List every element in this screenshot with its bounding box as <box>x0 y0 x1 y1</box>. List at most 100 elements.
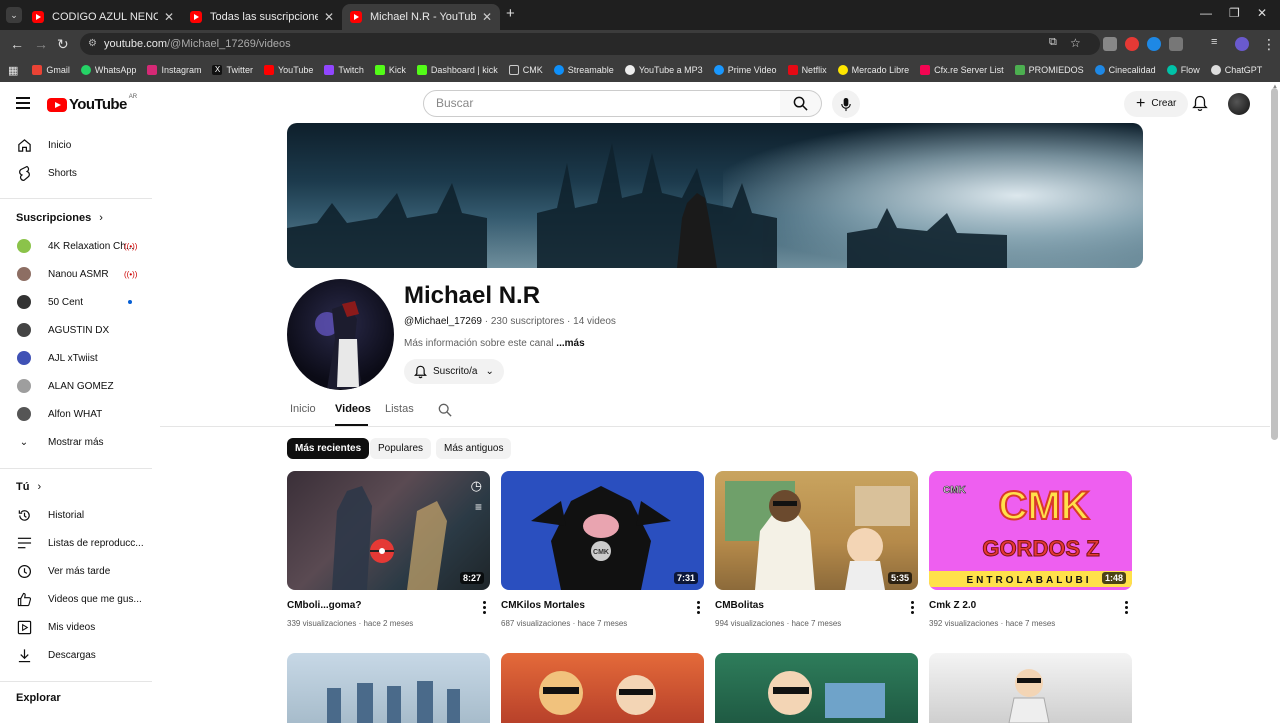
sidebar-subscription[interactable]: 4K Relaxation Ch... ((•)) <box>0 232 150 260</box>
video-thumbnail[interactable]: CMK GORDOS Z ENTROLABALUBI CMK 1:48 <box>929 471 1132 590</box>
video-title[interactable]: CMKilos Mortales <box>501 600 585 611</box>
you-heading[interactable]: Tú › <box>16 481 41 493</box>
more-options-icon[interactable] <box>1125 601 1128 616</box>
bookmark[interactable]: PROMIEDOS <box>1014 65 1084 75</box>
page-scrollbar[interactable] <box>1271 88 1278 440</box>
bookmark[interactable]: ChatGPT <box>1210 65 1262 75</box>
account-avatar[interactable] <box>1228 93 1250 115</box>
browser-tab[interactable]: Todas las suscripciones - YouTube ✕ <box>182 4 342 30</box>
bookmark[interactable]: Twitch <box>324 65 364 75</box>
sidebar-subscription[interactable]: Nanou ASMR ((•)) <box>0 260 150 288</box>
video-card[interactable]: CMK 7:31 CMKilos Mortales 687 visualizac… <box>501 471 704 628</box>
bookmark[interactable]: Flow <box>1166 65 1200 75</box>
bookmark[interactable]: Prime Video <box>713 65 777 75</box>
video-title[interactable]: CMboli...goma? <box>287 600 361 611</box>
channel-avatar-large[interactable] <box>287 279 394 390</box>
reading-list-icon[interactable]: ≡ <box>1211 36 1217 48</box>
bookmark[interactable]: Cfx.re Server List <box>920 65 1004 75</box>
extension-icon[interactable] <box>1147 37 1161 51</box>
puzzle-extensions-icon[interactable] <box>1169 37 1183 51</box>
video-title[interactable]: CMBolitas <box>715 600 764 611</box>
chip-mas-recientes[interactable]: Más recientes <box>287 438 370 459</box>
youtube-logo[interactable]: YouTube AR <box>47 94 137 113</box>
bookmark[interactable]: Cinecalidad <box>1094 65 1156 75</box>
sidebar-item-watch-later[interactable]: Ver más tarde <box>0 557 150 585</box>
sidebar-item-shorts[interactable]: Shorts <box>0 159 150 187</box>
reload-icon[interactable]: ↻ <box>57 36 69 53</box>
close-window-icon[interactable]: ✕ <box>1257 6 1267 20</box>
bookmark[interactable]: WhatsApp <box>80 65 136 75</box>
bookmark[interactable]: Kick <box>374 65 406 75</box>
close-tab-icon[interactable]: ✕ <box>482 10 492 24</box>
video-thumbnail[interactable] <box>715 653 918 723</box>
voice-search-button[interactable] <box>832 90 860 118</box>
bookmark[interactable]: Dashboard | kick <box>416 65 498 75</box>
video-title[interactable]: Cmk Z 2.0 <box>929 600 976 611</box>
tab-inicio[interactable]: Inicio <box>290 403 316 415</box>
install-app-icon[interactable]: ⧉ <box>1049 36 1057 49</box>
sidebar-subscription[interactable]: 50 Cent <box>0 288 150 316</box>
close-tab-icon[interactable]: ✕ <box>164 10 174 24</box>
channel-description-link[interactable]: Más información sobre este canal ...más <box>404 338 585 349</box>
tab-listas[interactable]: Listas <box>385 403 414 415</box>
profile-icon[interactable] <box>1235 37 1249 51</box>
apps-grid-icon[interactable]: ▦ <box>8 64 18 77</box>
close-tab-icon[interactable]: ✕ <box>324 10 334 24</box>
browser-tab-active[interactable]: Michael N.R - YouTube ✕ <box>342 4 500 30</box>
bookmark[interactable]: Instagram <box>147 65 201 75</box>
channel-search-icon[interactable] <box>438 403 452 417</box>
more-options-icon[interactable] <box>697 601 700 616</box>
sidebar-item-inicio[interactable]: Inicio <box>0 131 150 159</box>
video-thumbnail[interactable] <box>501 653 704 723</box>
sidebar-subscription[interactable]: ALAN GOMEZ <box>0 372 150 400</box>
menu-icon[interactable] <box>16 97 30 112</box>
show-more-button[interactable]: ⌄ Mostrar más <box>0 428 150 456</box>
video-thumbnail[interactable]: CMK 7:31 <box>501 471 704 590</box>
sidebar-subscription[interactable]: AGUSTIN DX <box>0 316 150 344</box>
extension-icon[interactable] <box>1103 37 1117 51</box>
bookmark[interactable]: Netflix <box>787 65 827 75</box>
bookmark-folder[interactable]: CMK <box>508 65 543 75</box>
video-card[interactable]: ◷ ≡ 8:27 CMboli...goma? 339 visualizacio… <box>287 471 490 628</box>
video-card[interactable]: 5:35 CMBolitas 994 visualizaciones · hac… <box>715 471 918 628</box>
watch-later-icon[interactable]: ◷ <box>471 478 482 494</box>
more-options-icon[interactable] <box>483 601 486 616</box>
bookmark[interactable]: YouTube a MP3 <box>624 65 703 75</box>
sidebar-item-my-videos[interactable]: Mis videos <box>0 613 150 641</box>
bookmark[interactable]: Streamable <box>553 65 614 75</box>
bookmark[interactable]: Mercado Libre <box>837 65 909 75</box>
bookmark[interactable]: Gmail <box>32 65 70 75</box>
tab-list-dropdown-button[interactable]: ⌄ <box>6 7 22 23</box>
video-card[interactable]: CMK GORDOS Z ENTROLABALUBI CMK 1:48 Cmk … <box>929 471 1132 628</box>
sidebar-item-liked[interactable]: Videos que me gus... <box>0 585 150 613</box>
notifications-bell-icon[interactable] <box>1192 95 1208 117</box>
create-button[interactable]: + Crear <box>1124 91 1189 117</box>
sidebar-item-downloads[interactable]: Descargas <box>0 641 150 669</box>
video-thumbnail[interactable] <box>929 653 1132 723</box>
search-button[interactable] <box>780 90 822 117</box>
site-info-icon[interactable]: ⚙ <box>88 33 97 55</box>
restore-icon[interactable]: ❐ <box>1229 6 1240 20</box>
search-input[interactable]: Buscar <box>423 90 781 117</box>
chip-populares[interactable]: Populares <box>370 438 432 459</box>
forward-icon[interactable]: → <box>34 36 48 52</box>
chip-mas-antiguos[interactable]: Más antiguos <box>436 438 512 459</box>
more-options-icon[interactable] <box>911 601 914 616</box>
back-icon[interactable]: ← <box>10 36 24 52</box>
new-tab-button[interactable]: + <box>506 5 515 22</box>
video-thumbnail[interactable]: 5:35 <box>715 471 918 590</box>
minimize-icon[interactable]: — <box>1200 6 1212 20</box>
browser-tab[interactable]: CODIGO AZUL NENO J7 [JAY-S] ✕ <box>24 4 182 30</box>
video-thumbnail[interactable] <box>287 653 490 723</box>
video-thumbnail[interactable]: ◷ ≡ 8:27 <box>287 471 490 590</box>
subscribed-button[interactable]: Suscrito/a ⌄ <box>404 359 504 384</box>
sidebar-item-playlists[interactable]: Listas de reproducc... <box>0 529 150 557</box>
subscriptions-heading[interactable]: Suscripciones › <box>16 212 103 224</box>
sidebar-subscription[interactable]: AJL xTwiist <box>0 344 150 372</box>
bookmark[interactable]: YouTube <box>264 65 313 75</box>
url-field[interactable]: ⚙ youtube.com/@Michael_17269/videos <box>80 33 1100 55</box>
add-to-queue-icon[interactable]: ≡ <box>475 500 482 514</box>
bookmark-star-icon[interactable]: ☆ <box>1070 36 1081 50</box>
adblock-extension-icon[interactable] <box>1125 37 1139 51</box>
bookmark[interactable]: X Twitter <box>212 65 253 75</box>
